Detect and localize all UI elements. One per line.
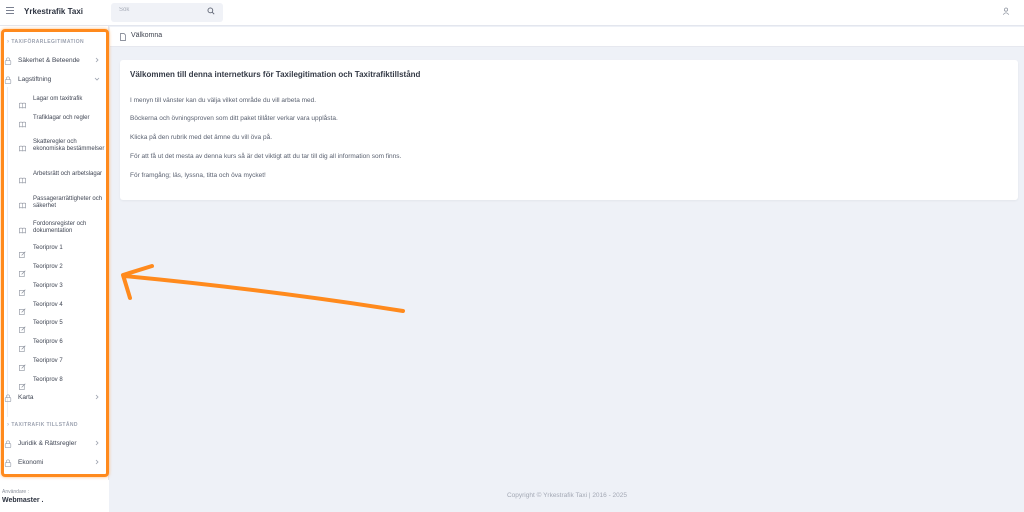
sidebar-subitem[interactable]: Arbetsrätt och arbetslagar bbox=[0, 169, 106, 191]
section-label-taxitrafik-tillstand: › TAXITRAFIK TILLSTÅND bbox=[7, 422, 78, 428]
sidebar-subitem[interactable]: Trafiklagar och regler bbox=[0, 113, 106, 135]
section-label-taxiforarlegitimation: › TAXIFÖRARLEGITIMATION bbox=[7, 39, 85, 45]
sidebar-subitem[interactable]: Teoriprov 7 bbox=[0, 356, 106, 371]
sidebar-subitem[interactable]: Teoriprov 6 bbox=[0, 337, 106, 352]
edit-icon bbox=[19, 283, 26, 296]
page-title: Välkomna bbox=[131, 32, 163, 39]
lock-icon bbox=[4, 57, 12, 65]
chevron-right-icon bbox=[95, 57, 99, 63]
user-caption: Användare : bbox=[2, 489, 29, 495]
user-block: Användare : Webmaster . bbox=[0, 480, 109, 512]
sidebar-subitem[interactable]: Teoriprov 8 bbox=[0, 375, 106, 390]
app-title[interactable]: Yrkestrafik Taxi bbox=[24, 7, 83, 16]
sidebar-subitem-label: Teoriprov 8 bbox=[33, 377, 63, 383]
edit-icon bbox=[19, 358, 26, 371]
sidebar-subitem-label: Teoriprov 4 bbox=[33, 302, 63, 308]
breadcrumb: Välkomna bbox=[110, 27, 1024, 47]
welcome-paragraph: För framgång; läs, lyssna, titta och öva… bbox=[130, 172, 266, 179]
sidebar-subitem-label: Teoriprov 5 bbox=[33, 320, 63, 326]
sidebar-item-label: Lagstiftning bbox=[18, 76, 52, 83]
book-icon bbox=[19, 96, 26, 109]
document-icon bbox=[120, 33, 126, 41]
top-bar: Yrkestrafik Taxi bbox=[0, 0, 1024, 26]
sidebar-item-label: Juridik & Rättsregler bbox=[18, 440, 77, 447]
sidebar-subitem-label: Teoriprov 7 bbox=[33, 358, 63, 364]
sidebar-subitem[interactable]: Fordonsregister och dokumentation bbox=[0, 219, 106, 241]
welcome-paragraph: För att få ut det mesta av denna kurs så… bbox=[130, 153, 402, 160]
welcome-paragraph: Böckerna och övningsproven som ditt pake… bbox=[130, 115, 338, 122]
sidebar-item-label: Ekonomi bbox=[18, 459, 44, 466]
book-icon bbox=[19, 196, 26, 209]
chevron-down-icon bbox=[94, 77, 100, 81]
search-input[interactable] bbox=[119, 7, 199, 13]
sidebar-item-ekonomi[interactable]: Ekonomi bbox=[0, 456, 106, 472]
sidebar-subitem-label: Lagar om taxitrafik bbox=[33, 96, 83, 102]
search-icon[interactable] bbox=[207, 7, 215, 15]
book-icon bbox=[19, 221, 26, 234]
sidebar-subitem[interactable]: Passagerarrättigheter och säkerhet bbox=[0, 194, 106, 216]
chevron-right-icon bbox=[95, 440, 99, 446]
book-icon bbox=[19, 115, 26, 128]
lock-icon bbox=[4, 440, 12, 448]
edit-icon bbox=[19, 320, 26, 333]
lock-icon bbox=[4, 76, 12, 84]
hamburger-menu-icon[interactable] bbox=[6, 7, 14, 15]
welcome-title: Välkommen till denna internetkurs för Ta… bbox=[130, 70, 421, 79]
chevron-right-icon bbox=[95, 459, 99, 465]
user-name: Webmaster . bbox=[2, 497, 44, 504]
sidebar: › TAXIFÖRARLEGITIMATION Säkerhet & Beteen… bbox=[0, 26, 109, 512]
welcome-paragraph: I menyn till vänster kan du välja vilket… bbox=[130, 97, 317, 104]
edit-icon bbox=[19, 264, 26, 277]
sidebar-subitem-label: Teoriprov 3 bbox=[33, 283, 63, 289]
edit-icon bbox=[19, 245, 26, 258]
sidebar-subitem[interactable]: Teoriprov 1 bbox=[0, 243, 106, 258]
sidebar-item-lagstiftning[interactable]: Lagstiftning bbox=[0, 73, 106, 89]
sidebar-subitem[interactable]: Teoriprov 5 bbox=[0, 318, 106, 333]
lock-icon bbox=[4, 394, 12, 402]
edit-icon bbox=[19, 339, 26, 352]
sidebar-subitem[interactable]: Teoriprov 2 bbox=[0, 262, 106, 277]
sidebar-item-sakerhet[interactable]: Säkerhet & Beteende bbox=[0, 54, 106, 70]
sidebar-subitem-label: Arbetsrätt och arbetslagar bbox=[33, 171, 103, 177]
sidebar-item-juridik[interactable]: Juridik & Rättsregler bbox=[0, 437, 106, 453]
sidebar-item-karta[interactable]: Karta bbox=[0, 391, 106, 407]
footer-copyright: Copyright © Yrkestrafik Taxi | 2016 - 20… bbox=[506, 492, 628, 499]
chevron-right-icon: › bbox=[7, 422, 10, 428]
chevron-right-icon: › bbox=[7, 39, 10, 45]
sidebar-subitem-label: Teoriprov 2 bbox=[33, 264, 63, 270]
welcome-card: Välkommen till denna internetkurs för Ta… bbox=[120, 60, 1018, 200]
edit-icon bbox=[19, 377, 26, 390]
sidebar-subitem-label: Teoriprov 1 bbox=[33, 245, 63, 251]
sidebar-subitem-label: Passagerarrättigheter och säkerhet bbox=[33, 196, 103, 209]
lock-icon bbox=[4, 459, 12, 467]
sidebar-subitem[interactable]: Skatteregler och ekonomiska bestämmelser bbox=[0, 137, 106, 159]
sidebar-item-label: Karta bbox=[18, 394, 34, 401]
sidebar-subitem-label: Teoriprov 6 bbox=[33, 339, 63, 345]
book-icon bbox=[19, 139, 26, 152]
sidebar-subitem-label: Skatteregler och ekonomiska bestämmelser bbox=[33, 139, 105, 152]
chevron-right-icon bbox=[95, 394, 99, 400]
sidebar-subitem[interactable]: Teoriprov 3 bbox=[0, 281, 106, 296]
sidebar-subitem[interactable]: Lagar om taxitrafik bbox=[0, 94, 106, 109]
sidebar-subitem-label: Trafiklagar och regler bbox=[33, 115, 90, 121]
edit-icon bbox=[19, 302, 26, 315]
sidebar-subitem[interactable]: Teoriprov 4 bbox=[0, 300, 106, 315]
user-icon[interactable] bbox=[1002, 7, 1010, 15]
welcome-paragraph: Klicka på den rubrik med det ämne du vil… bbox=[130, 134, 272, 141]
book-icon bbox=[19, 171, 26, 184]
sidebar-item-label: Säkerhet & Beteende bbox=[18, 57, 80, 64]
sidebar-subitem-label: Fordonsregister och dokumentation bbox=[33, 221, 87, 234]
